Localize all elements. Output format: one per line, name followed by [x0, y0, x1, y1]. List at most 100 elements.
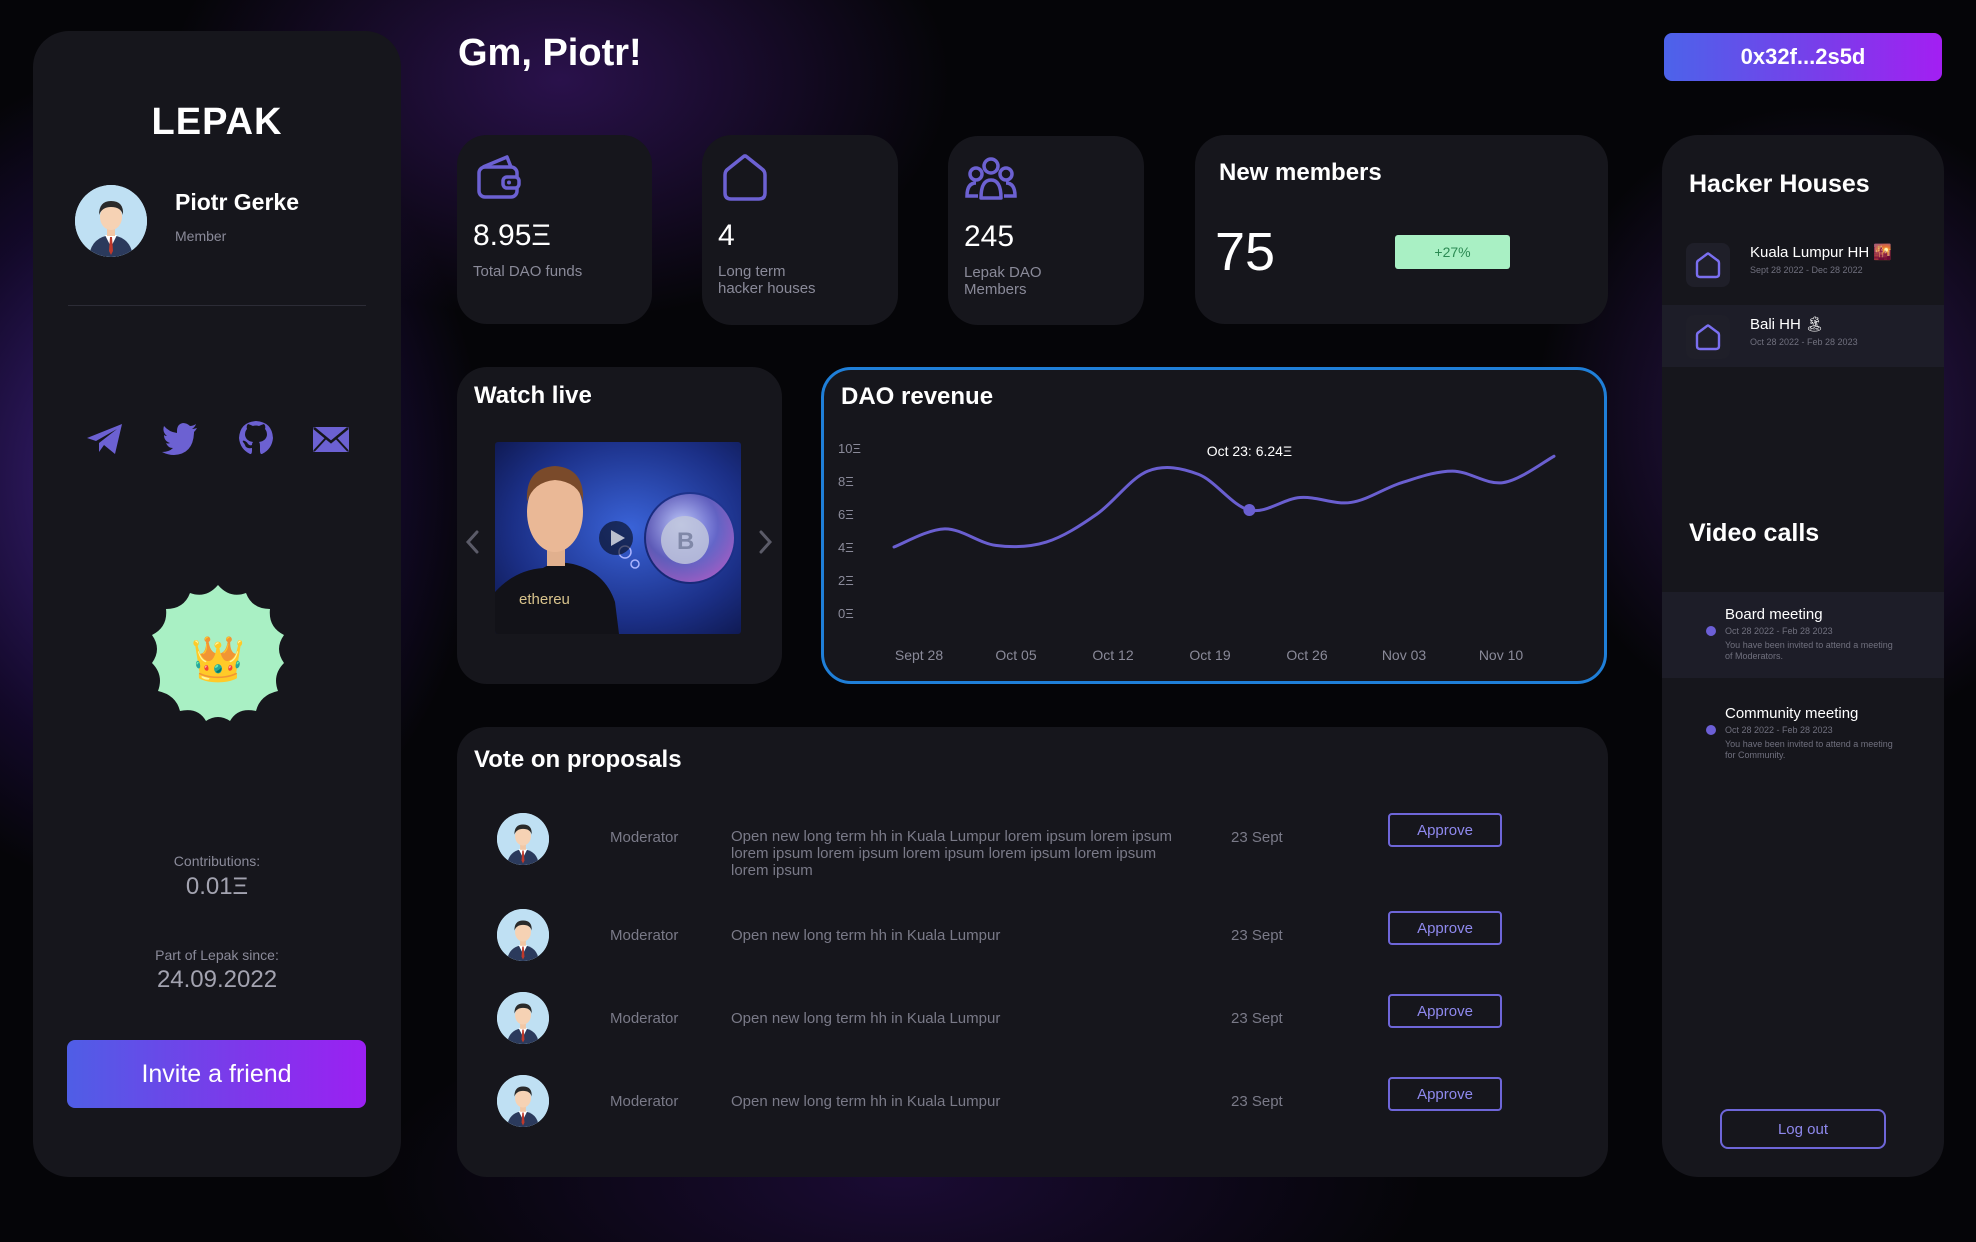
- x-tick-label: Oct 19: [1189, 647, 1230, 663]
- svg-text:ethereu: ethereu: [519, 591, 570, 608]
- y-tick-label: 6Ξ: [838, 507, 854, 522]
- hacker-house-item[interactable]: Kuala Lumpur HH 🌇 Sept 28 2022 - Dec 28 …: [1662, 233, 1944, 295]
- video-call-item[interactable]: Board meeting Oct 28 2022 - Feb 28 2023 …: [1662, 592, 1944, 678]
- new-members-title: New members: [1219, 159, 1382, 186]
- status-dot-icon: [1706, 725, 1716, 735]
- y-tick-label: 10Ξ: [838, 441, 861, 456]
- video-call-name: Community meeting: [1725, 705, 1859, 722]
- house-icon: [718, 151, 772, 205]
- approve-button[interactable]: Approve: [1388, 1077, 1502, 1111]
- x-tick-label: Sept 28: [895, 647, 943, 663]
- proposer-role: Moderator: [610, 1010, 679, 1027]
- x-tick-label: Nov 10: [1479, 647, 1524, 663]
- chevron-left-icon[interactable]: [460, 527, 486, 557]
- house-icon: [1686, 243, 1730, 287]
- proposals-card: Vote on proposals Moderator Open new lon…: [457, 727, 1608, 1177]
- stat-value: 4: [718, 219, 735, 252]
- mail-icon[interactable]: [309, 417, 353, 461]
- new-members-card: New members 75 +27%: [1195, 135, 1608, 324]
- brand-logo: LEPAK: [151, 101, 283, 143]
- user-avatar[interactable]: [75, 185, 147, 257]
- proposals-title: Vote on proposals: [474, 746, 682, 773]
- members-icon: [964, 152, 1018, 206]
- proposal-text: Open new long term hh in Kuala Lumpur: [731, 1093, 1001, 1110]
- x-tick-label: Oct 26: [1286, 647, 1327, 663]
- dao-revenue-card: DAO revenue 0Ξ 2Ξ 4Ξ 6Ξ 8Ξ 10Ξ Sept 28 Oct 05 Oc…: [821, 367, 1607, 684]
- wallet-address-button[interactable]: 0x32f...2s5d: [1664, 33, 1942, 81]
- member-badge: 👑: [138, 579, 298, 739]
- telegram-icon[interactable]: [83, 417, 127, 461]
- approve-button[interactable]: Approve: [1388, 994, 1502, 1028]
- house-icon: [1686, 315, 1730, 359]
- stat-label: Lepak DAO Members: [964, 264, 1042, 298]
- hacker-houses-title: Hacker Houses: [1689, 170, 1870, 198]
- video-call-dates: Oct 28 2022 - Feb 28 2023: [1725, 626, 1833, 636]
- stat-label: Long term hacker houses: [718, 263, 816, 297]
- user-name: Piotr Gerke: [175, 189, 299, 215]
- logout-button[interactable]: Log out: [1720, 1109, 1886, 1149]
- revenue-series-line: [892, 454, 1556, 549]
- github-icon[interactable]: [234, 417, 278, 461]
- social-links: [83, 417, 353, 461]
- video-calls-title: Video calls: [1689, 519, 1820, 547]
- divider: [68, 305, 366, 306]
- stat-card-funds: 8.95Ξ Total DAO funds: [457, 135, 652, 324]
- right-panel: Hacker Houses Kuala Lumpur HH 🌇 Sept 28 …: [1662, 135, 1944, 1177]
- growth-badge: +27%: [1395, 235, 1510, 269]
- wallet-icon: [473, 151, 527, 205]
- chevron-right-icon[interactable]: [752, 527, 778, 557]
- video-thumbnail[interactable]: ethereu B: [495, 442, 741, 634]
- proposal-text: Open new long term hh in Kuala Lumpur: [731, 927, 1001, 944]
- twitter-icon[interactable]: [158, 417, 202, 461]
- x-tick-label: Nov 03: [1382, 647, 1427, 663]
- x-tick-label: Oct 05: [995, 647, 1036, 663]
- proposer-role: Moderator: [610, 829, 679, 846]
- stat-card-houses: 4 Long term hacker houses: [702, 135, 898, 325]
- proposer-avatar: [497, 992, 549, 1044]
- approve-button[interactable]: Approve: [1388, 813, 1502, 847]
- video-call-note: You have been invited to attend a meetin…: [1725, 739, 1893, 760]
- stat-card-members: 245 Lepak DAO Members: [948, 136, 1144, 325]
- proposer-avatar: [497, 1075, 549, 1127]
- revenue-chart[interactable]: 0Ξ 2Ξ 4Ξ 6Ξ 8Ξ 10Ξ Sept 28 Oct 05 Oct 12 Oct 19 Oc…: [824, 370, 1604, 681]
- video-call-dates: Oct 28 2022 - Feb 28 2023: [1725, 725, 1833, 735]
- proposal-date: 23 Sept: [1231, 927, 1283, 944]
- crown-icon: 👑: [190, 635, 246, 684]
- sidebar: LEPAK Piotr Gerke Member 👑 Contributions…: [33, 31, 401, 1177]
- chart-tooltip: Oct 23: 6.24Ξ: [1207, 443, 1292, 459]
- proposal-text: Open new long term hh in Kuala Lumpur lo…: [731, 828, 1173, 879]
- approve-button[interactable]: Approve: [1388, 911, 1502, 945]
- video-call-item[interactable]: Community meeting Oct 28 2022 - Feb 28 2…: [1662, 691, 1944, 777]
- user-role: Member: [175, 228, 227, 244]
- video-call-note: You have been invited to attend a meetin…: [1725, 640, 1893, 661]
- svg-text:B: B: [677, 528, 694, 555]
- y-tick-label: 4Ξ: [838, 540, 854, 555]
- stat-value: 245: [964, 220, 1015, 253]
- y-tick-label: 8Ξ: [838, 474, 854, 489]
- watch-live-title: Watch live: [474, 382, 592, 409]
- proposer-role: Moderator: [610, 927, 679, 944]
- hacker-house-dates: Oct 28 2022 - Feb 28 2023: [1750, 337, 1858, 347]
- highlight-point[interactable]: [1243, 504, 1256, 517]
- proposal-date: 23 Sept: [1231, 1010, 1283, 1027]
- proposer-role: Moderator: [610, 1093, 679, 1110]
- stat-label: Total DAO funds: [473, 263, 583, 280]
- video-call-name: Board meeting: [1725, 606, 1823, 623]
- new-members-count: 75: [1215, 222, 1276, 282]
- contributions-label: Contributions:: [173, 853, 261, 869]
- hacker-house-name: Bali HH 🏝: [1750, 316, 1825, 333]
- hacker-house-dates: Sept 28 2022 - Dec 28 2022: [1750, 265, 1863, 275]
- hacker-house-name: Kuala Lumpur HH 🌇: [1750, 244, 1893, 261]
- status-dot-icon: [1706, 626, 1716, 636]
- member-since-value: 24.09.2022: [156, 966, 278, 993]
- stat-value: 8.95Ξ: [473, 219, 551, 252]
- invite-friend-button[interactable]: Invite a friend: [67, 1040, 366, 1108]
- proposer-avatar: [497, 909, 549, 961]
- y-tick-label: 2Ξ: [838, 573, 854, 588]
- proposal-text: Open new long term hh in Kuala Lumpur: [731, 1010, 1001, 1027]
- x-tick-label: Oct 12: [1092, 647, 1133, 663]
- contributions-value: 0.01Ξ: [185, 873, 249, 900]
- watch-live-card: Watch live ethereu B: [457, 367, 782, 684]
- proposal-date: 23 Sept: [1231, 1093, 1283, 1110]
- hacker-house-item[interactable]: Bali HH 🏝 Oct 28 2022 - Feb 28 2023: [1662, 305, 1944, 367]
